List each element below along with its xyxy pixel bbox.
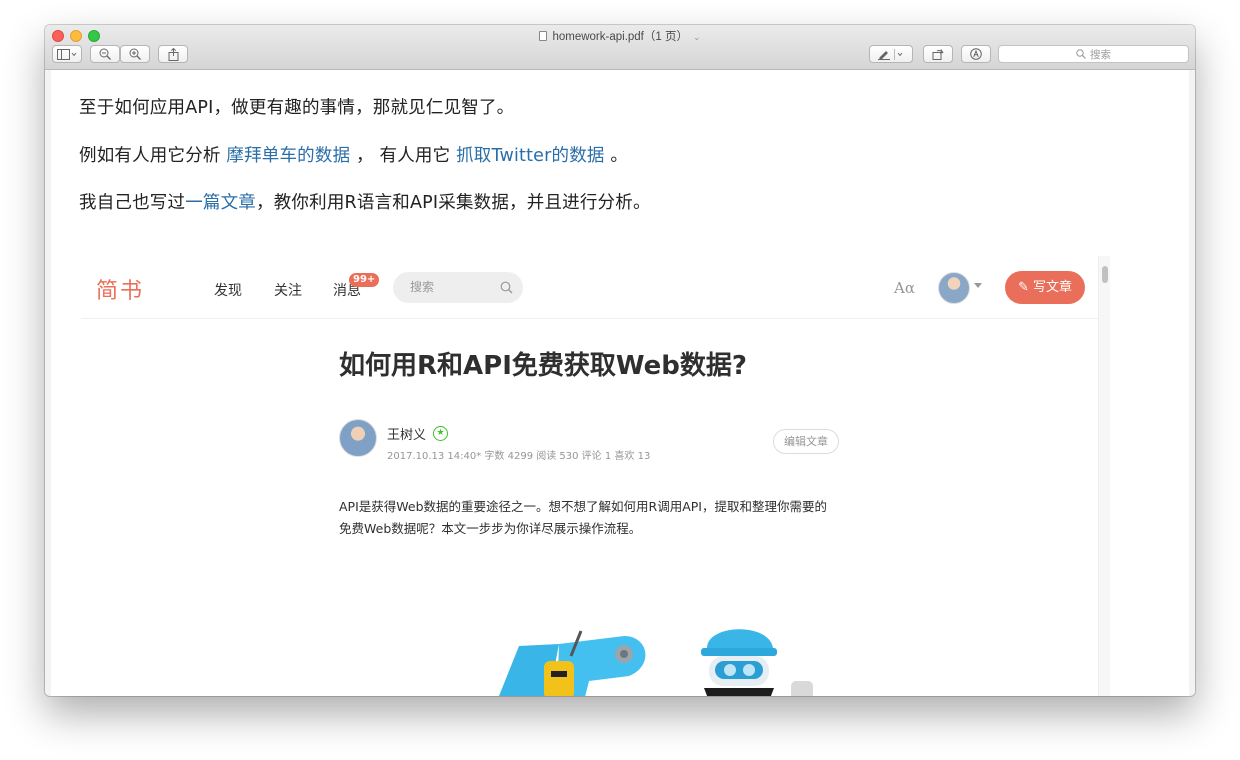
document-title-text: homework-api.pdf（1 页） [552, 31, 688, 43]
paragraph-1: 至于如何应用API，做更有趣的事情，那就见仁见智了。 [79, 98, 515, 118]
jianshu-user-avatar [938, 272, 970, 304]
pdf-file-icon [539, 31, 548, 41]
zoom-out-button[interactable] [90, 45, 120, 63]
jianshu-author-name: 王树义 [387, 428, 427, 443]
pdf-page: 至于如何应用API，做更有趣的事情，那就见仁见智了。 例如有人用它分析 摩拜单车… [51, 70, 1189, 696]
title-bar: homework-api.pdf（1 页） ⌄ 搜索 [45, 25, 1195, 70]
paragraph-2-prefix: 例如有人用它分析 [79, 146, 227, 166]
jianshu-search-icon [500, 281, 513, 294]
zoom-out-icon [99, 48, 111, 60]
jianshu-scroll-thumb [1102, 266, 1108, 283]
jianshu-write-label: 写文章 [1033, 280, 1073, 295]
paragraph-3: 我自己也写过一篇文章，教你利用R语言和API采集数据，并且进行分析。 [79, 189, 651, 214]
jianshu-edit-button: 编辑文章 [773, 429, 839, 454]
jianshu-article-title: 如何用R和API免费获取Web数据? [339, 351, 747, 381]
toolbar-search-input[interactable]: 搜索 [998, 45, 1189, 63]
jianshu-nav-discover: 发现 [214, 283, 242, 299]
rotate-icon [932, 49, 944, 60]
zoom-in-icon [129, 48, 141, 60]
robot-illustration [499, 629, 813, 696]
pen-icon [878, 48, 903, 60]
sidebar-toggle-button[interactable] [52, 45, 82, 63]
feather-icon: ✎ [1017, 280, 1029, 295]
jianshu-search-input: 搜索 [393, 272, 523, 303]
link-twitter-data[interactable]: 抓取Twitter的数据 [456, 146, 605, 166]
jianshu-nav-divider [81, 318, 1101, 319]
right-gutter [1189, 70, 1195, 696]
jianshu-search-placeholder: 搜索 [410, 280, 435, 294]
link-mobike-data[interactable]: 摩拜单车的数据 [226, 146, 350, 166]
paragraph-3-suffix: ，教你利用R语言和API采集数据，并且进行分析。 [256, 193, 651, 213]
chevron-down-icon: ⌄ [692, 32, 701, 42]
paragraph-3-prefix: 我自己也写过 [79, 193, 186, 213]
sidebar-icon [57, 48, 77, 60]
preview-window: homework-api.pdf（1 页） ⌄ 搜索 至于如何应用API，做更有… [45, 25, 1195, 696]
verified-star-icon: ★ [433, 426, 448, 441]
jianshu-scrollbar [1098, 256, 1110, 696]
jianshu-screenshot: 简书 发现 关注 消息 99+ 搜索 Aα ✎ 写文章 如何用R和API免费获取… [81, 256, 1111, 696]
annotate-button[interactable] [961, 45, 991, 63]
share-button[interactable] [158, 45, 188, 63]
jianshu-author-avatar [339, 419, 377, 457]
annotate-icon [970, 48, 982, 60]
zoom-in-button[interactable] [120, 45, 150, 63]
document-title[interactable]: homework-api.pdf（1 页） ⌄ [45, 28, 1195, 44]
markup-button[interactable] [869, 45, 913, 63]
jianshu-logo: 简书 [96, 279, 145, 304]
jianshu-article-meta: 2017.10.13 14:40* 字数 4299 阅读 530 评论 1 喜欢… [387, 451, 651, 462]
jianshu-nav-follow: 关注 [274, 283, 302, 299]
jianshu-article-summary: API是获得Web数据的重要途径之一。想不想了解如何用R调用API，提取和整理你… [339, 499, 827, 536]
search-icon [1076, 49, 1086, 59]
jianshu-caret-icon [974, 283, 982, 288]
rotate-button[interactable] [923, 45, 953, 63]
paragraph-2-mid: ， 有人用它 [350, 146, 457, 166]
paragraph-2: 例如有人用它分析 摩拜单车的数据 ， 有人用它 抓取Twitter的数据 。 [79, 142, 628, 167]
link-article[interactable]: 一篇文章 [185, 193, 256, 213]
search-placeholder: 搜索 [1090, 48, 1111, 61]
jianshu-font-setting: Aα [894, 279, 915, 297]
paragraph-2-suffix: 。 [604, 146, 629, 166]
jianshu-message-badge: 99+ [349, 273, 380, 287]
share-icon [168, 47, 178, 61]
jianshu-write-button: ✎ 写文章 [1005, 271, 1085, 304]
